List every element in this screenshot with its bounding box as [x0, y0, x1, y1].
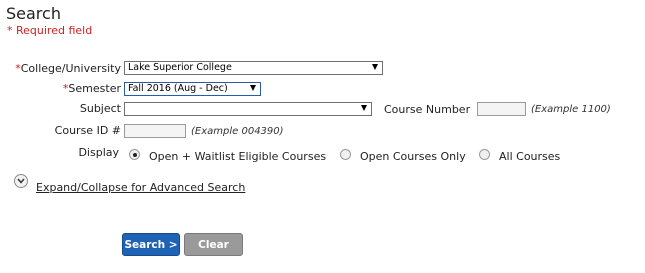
dropdown-arrow-icon	[250, 85, 256, 91]
clear-button[interactable]: Clear	[184, 233, 243, 256]
display-label: Display	[78, 146, 119, 159]
college-label: *College/University	[0, 62, 121, 75]
college-label-text: College/University	[20, 62, 121, 75]
semester-label-text: Semester	[68, 82, 121, 95]
dropdown-arrow-icon	[372, 64, 378, 70]
semester-label: *Semester	[0, 82, 121, 95]
search-button[interactable]: Search >	[122, 233, 180, 256]
course-id-example: (Example 004390)	[191, 126, 284, 137]
college-select-value: Lake Superior College	[128, 62, 232, 73]
subject-label: Subject	[79, 102, 121, 115]
radio-all-courses[interactable]	[479, 149, 490, 160]
radio-open-waitlist-label[interactable]: Open + Waitlist Eligible Courses	[149, 150, 326, 163]
course-number-example: (Example 1100)	[531, 104, 611, 115]
radio-open-waitlist[interactable]	[129, 149, 140, 160]
dropdown-arrow-icon	[361, 105, 367, 111]
page-title: Search	[6, 4, 61, 23]
course-id-input[interactable]	[124, 124, 186, 138]
radio-all-courses-label[interactable]: All Courses	[499, 150, 560, 163]
subject-select[interactable]	[124, 102, 372, 116]
course-number-label: Course Number	[384, 103, 471, 116]
required-field-note: * Required field	[7, 24, 93, 37]
semester-select-value: Fall 2016 (Aug - Dec)	[128, 83, 228, 94]
radio-open-only-label[interactable]: Open Courses Only	[360, 150, 466, 163]
expand-chevron-icon[interactable]	[14, 174, 28, 188]
advanced-search-link[interactable]: Expand/Collapse for Advanced Search	[36, 181, 245, 194]
chevron-down-icon	[17, 178, 25, 184]
semester-select[interactable]: Fall 2016 (Aug - Dec)	[124, 82, 261, 96]
radio-open-only[interactable]	[340, 149, 351, 160]
college-select[interactable]: Lake Superior College	[124, 61, 383, 75]
course-id-label: Course ID #	[54, 124, 121, 137]
course-number-input[interactable]	[477, 102, 526, 116]
